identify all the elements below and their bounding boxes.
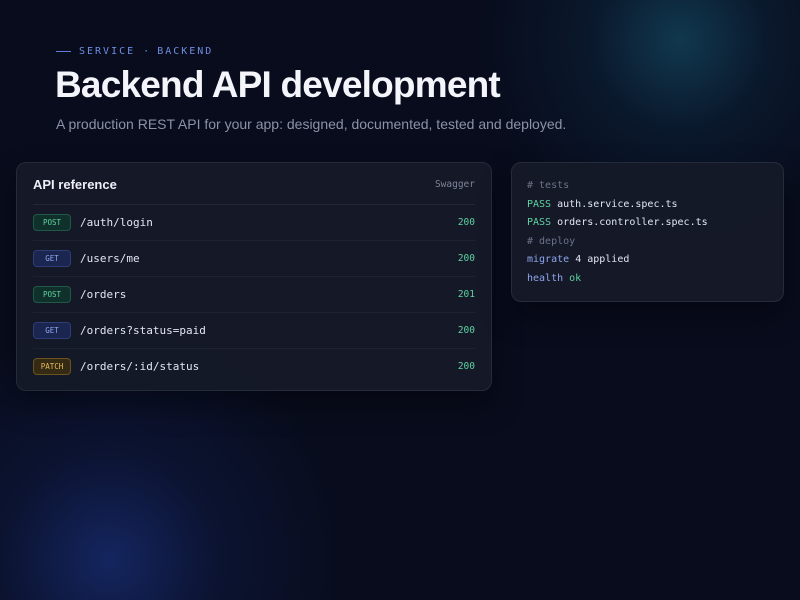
endpoint-status: 200 <box>457 361 475 372</box>
eyebrow-separator: · <box>143 46 150 57</box>
endpoint-path: /orders?status=paid <box>80 324 206 337</box>
eyebrow-line <box>56 51 71 52</box>
migrate-result: 4 applied <box>575 254 630 266</box>
page-title: Backend API development <box>55 64 501 105</box>
method-badge-get: GET <box>33 322 71 339</box>
terminal-line: PASS auth.service.spec.ts <box>527 196 768 215</box>
terminal-line: # deploy <box>527 233 768 252</box>
migrate-command: migrate <box>527 254 570 266</box>
endpoint-path: /orders/:id/status <box>80 360 200 373</box>
api-reference-card: API reference Swagger POST /auth/login 2… <box>16 162 492 391</box>
terminal-line: # tests <box>527 177 768 196</box>
endpoint-row[interactable]: PATCH /orders/:id/status 200 <box>33 349 475 384</box>
swagger-link[interactable]: Swagger <box>435 179 475 190</box>
test-file: orders.controller.spec.ts <box>557 217 708 229</box>
endpoint-path: /auth/login <box>80 216 153 229</box>
endpoint-status: 200 <box>457 325 475 336</box>
pass-label: PASS <box>527 198 552 210</box>
endpoint-path: /users/me <box>80 252 140 265</box>
page-subtitle: A production REST API for your app: desi… <box>56 116 567 132</box>
endpoint-row[interactable]: POST /orders 201 <box>33 277 475 313</box>
endpoint-path: /orders <box>80 288 127 301</box>
health-command: health <box>527 272 564 284</box>
health-result: ok <box>569 272 582 284</box>
endpoint-row[interactable]: GET /users/me 200 <box>33 241 475 277</box>
test-file: auth.service.spec.ts <box>557 198 678 210</box>
endpoint-status: 201 <box>457 289 475 300</box>
deploy-comment: # deploy <box>527 235 576 247</box>
api-reference-header: API reference Swagger <box>33 164 475 205</box>
method-badge-get: GET <box>33 250 71 267</box>
endpoint-row[interactable]: POST /auth/login 200 <box>33 205 475 241</box>
method-badge-patch: PATCH <box>33 358 71 375</box>
method-badge-post: POST <box>33 286 71 303</box>
eyebrow-service: SERVICE <box>79 46 136 57</box>
pass-label: PASS <box>527 217 552 229</box>
terminal-card: # tests PASS auth.service.spec.ts PASS o… <box>511 162 784 302</box>
endpoint-status: 200 <box>457 253 475 264</box>
endpoint-status: 200 <box>457 217 475 228</box>
tests-comment: # tests <box>527 180 570 191</box>
eyebrow: SERVICE · BACKEND <box>56 46 213 57</box>
terminal-line: PASS orders.controller.spec.ts <box>527 214 768 233</box>
api-reference-title: API reference <box>33 176 117 192</box>
method-badge-post: POST <box>33 214 71 231</box>
eyebrow-backend: BACKEND <box>157 46 214 57</box>
endpoint-row[interactable]: GET /orders?status=paid 200 <box>33 313 475 349</box>
terminal-line: migrate 4 applied <box>527 251 768 270</box>
terminal-line: health ok <box>527 270 768 289</box>
